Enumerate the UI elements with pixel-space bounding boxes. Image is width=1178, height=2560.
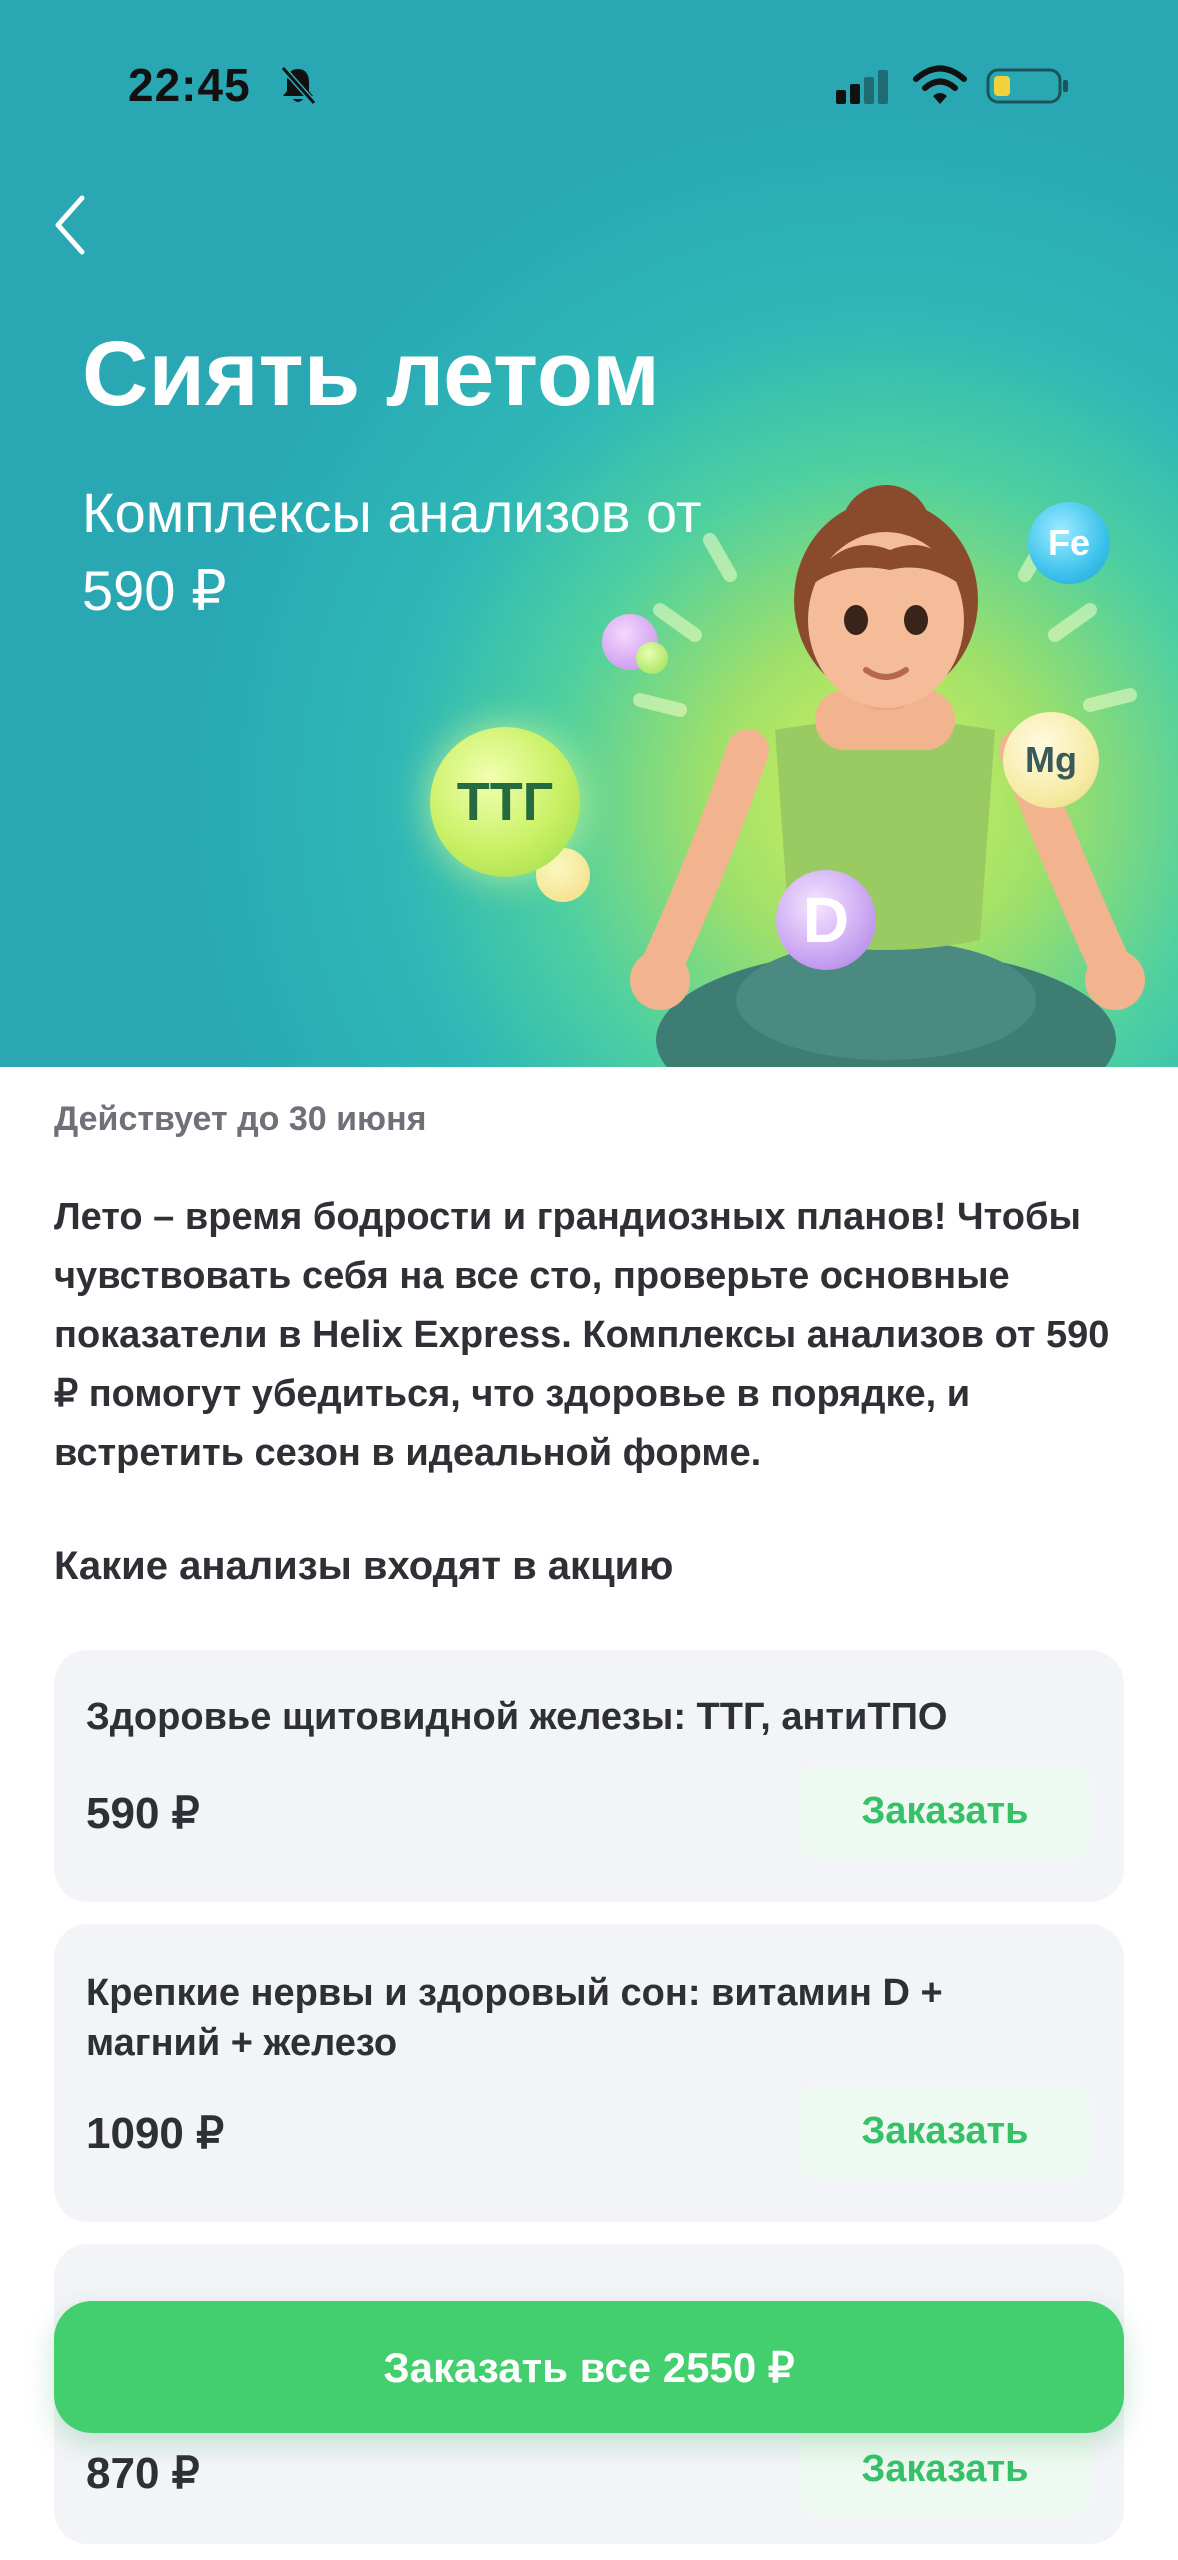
page-title: Сиять летом bbox=[82, 323, 660, 425]
card-price: 870 ₽ bbox=[86, 2449, 200, 2498]
bell-muted-icon bbox=[280, 66, 317, 105]
magnesium-bubble: Mg bbox=[1003, 712, 1099, 808]
ttg-bubble: ТТГ bbox=[430, 727, 580, 877]
promo-valid-until: Действует до 30 июня bbox=[54, 1100, 427, 1138]
status-time: 22:45 bbox=[128, 59, 251, 111]
card-title: Здоровье щитовидной железы: ТТГ, антиТПО bbox=[86, 1696, 948, 1738]
vitamin-d-bubble: D bbox=[776, 870, 876, 970]
wifi-icon bbox=[913, 65, 967, 104]
order-button[interactable]: Заказать bbox=[800, 2084, 1090, 2178]
card-price: 590 ₽ bbox=[86, 1789, 200, 1838]
promo-description: Лето – время бодрости и грандиозных план… bbox=[54, 1196, 1110, 1474]
order-button[interactable]: Заказать bbox=[800, 1764, 1090, 1858]
section-title: Какие анализы входят в акцию bbox=[54, 1544, 674, 1588]
card-title: Крепкие нервы и здоровый сон: витамин D … bbox=[86, 1972, 943, 2064]
iron-bubble: Fe bbox=[1028, 502, 1110, 584]
back-button[interactable] bbox=[46, 190, 96, 260]
promo-banner: 22:45 Сиять летом Комплексы анализов от … bbox=[0, 0, 1178, 1067]
order-button[interactable]: Заказать bbox=[800, 2422, 1090, 2516]
test-package-card: Здоровье щитовидной железы: ТТГ, антиТПО… bbox=[54, 1650, 1124, 1902]
card-price: 1090 ₽ bbox=[86, 2109, 225, 2158]
test-package-card: Крепкие нервы и здоровый сон: витамин D … bbox=[54, 1924, 1124, 2222]
cellular-signal-icon bbox=[836, 70, 888, 104]
status-bar: 22:45 bbox=[0, 0, 1178, 160]
battery-icon bbox=[986, 68, 1068, 104]
order-all-button[interactable]: Заказать все 2550 ₽ bbox=[54, 2301, 1124, 2433]
